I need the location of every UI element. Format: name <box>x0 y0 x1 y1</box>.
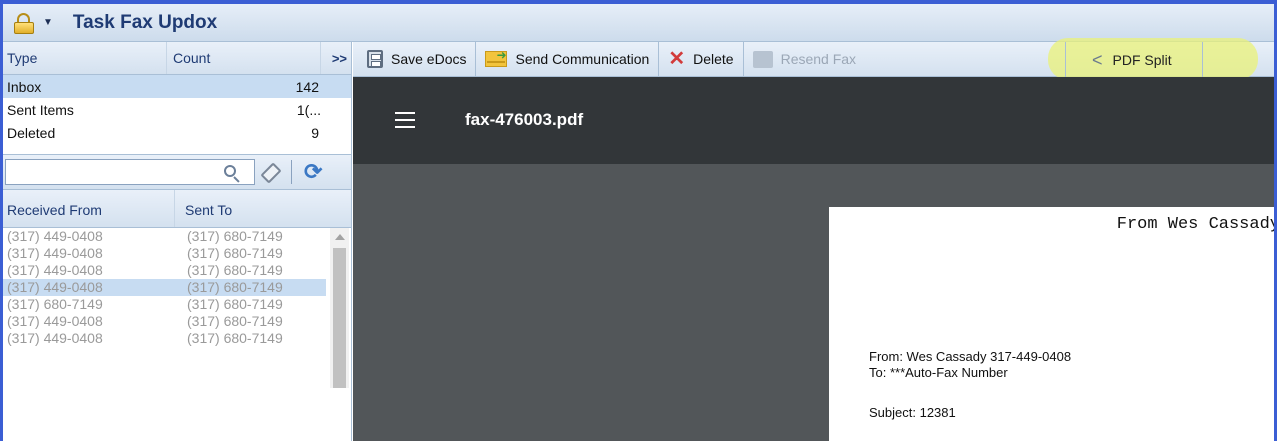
received-from-cell: (317) 449-0408 <box>7 228 103 244</box>
sent-to-cell: (317) 680-7149 <box>187 245 283 261</box>
pdf-to-line: To: ***Auto-Fax Number <box>869 365 1008 380</box>
toolbar: Save eDocs Send Communication ✕ Delete R… <box>353 38 1274 80</box>
list-item[interactable]: (317) 449-0408 (317) 680-7149 <box>3 245 351 262</box>
envelope-icon <box>485 48 508 67</box>
send-communication-button[interactable]: Send Communication <box>476 41 660 77</box>
type-column-header[interactable]: Type <box>7 50 37 66</box>
sent-to-cell: (317) 680-7149 <box>187 228 283 244</box>
list-item[interactable]: (317) 680-7149 (317) 680-7149 <box>3 296 351 313</box>
message-list: (317) 449-0408 (317) 680-7149 (317) 449-… <box>3 228 351 388</box>
received-from-cell: (317) 449-0408 <box>7 279 103 295</box>
folder-count: 142 <box>295 78 319 95</box>
search-row: ⟳ <box>3 155 351 190</box>
left-panel: Type Count >> Inbox 142 Sent Items 1(...… <box>3 42 352 441</box>
folder-item-sent-items[interactable]: Sent Items 1(... <box>3 98 351 121</box>
folder-count: 9 <box>311 124 319 141</box>
list-item[interactable]: (317) 449-0408 (317) 680-7149 <box>3 228 351 245</box>
pdf-filename: fax-476003.pdf <box>465 110 584 129</box>
list-item-selected[interactable]: (317) 449-0408 (317) 680-7149 <box>3 279 326 296</box>
scrollbar-thumb[interactable] <box>333 248 346 388</box>
pdf-page-header: From Wes Cassady <box>1116 215 1277 234</box>
received-from-cell: (317) 449-0408 <box>7 330 103 346</box>
received-from-cell: (317) 449-0408 <box>7 262 103 278</box>
viewer-pane: Save eDocs Send Communication ✕ Delete R… <box>353 38 1277 441</box>
received-from-column-header[interactable]: Received From <box>7 202 102 218</box>
received-from-cell: (317) 449-0408 <box>7 245 103 261</box>
scroll-up-icon[interactable] <box>335 234 345 240</box>
sent-to-cell: (317) 680-7149 <box>187 279 283 295</box>
caret-down-icon[interactable]: ▼ <box>43 17 53 28</box>
sent-to-cell: (317) 680-7149 <box>187 262 283 278</box>
search-input[interactable] <box>5 159 255 185</box>
eraser-icon[interactable] <box>260 161 283 184</box>
window-title: Task Fax Updox <box>72 11 218 33</box>
folder-list: Inbox 142 Sent Items 1(... Deleted 9 <box>3 75 351 155</box>
received-from-cell: (317) 449-0408 <box>7 313 103 329</box>
pdf-from-line: From: Wes Cassady 317-449-0408 <box>869 349 1072 364</box>
list-item[interactable]: (317) 449-0408 (317) 680-7149 <box>3 262 351 279</box>
sent-to-cell: (317) 680-7149 <box>187 330 283 346</box>
folder-name: Sent Items <box>7 101 74 118</box>
lock-icon[interactable] <box>13 12 35 34</box>
sent-to-column-header[interactable]: Sent To <box>185 202 232 218</box>
title-bar: ▼ Task Fax Updox <box>3 4 1274 42</box>
delete-label: Delete <box>693 51 734 67</box>
folder-column-header: Type Count >> <box>3 42 351 75</box>
pdf-page: From Wes Cassady From: Wes Cassady 317-4… <box>829 207 1277 441</box>
pdf-viewer-toolbar: fax-476003.pdf <box>353 77 1274 164</box>
folder-count: 1(... <box>296 101 321 118</box>
pdf-split-label: PDF Split <box>1112 51 1172 68</box>
list-item[interactable]: (317) 449-0408 (317) 680-7149 <box>3 313 351 330</box>
sent-to-cell: (317) 680-7149 <box>187 296 283 312</box>
save-edocs-button[interactable]: Save eDocs <box>353 41 477 77</box>
app-window: ▼ Task Fax Updox Type Count >> Inbox 142… <box>0 0 1277 441</box>
count-column-header[interactable]: Count <box>173 50 210 66</box>
delete-icon: ✕ <box>668 48 686 70</box>
message-list-header: Received From Sent To <box>3 190 351 228</box>
folder-item-inbox[interactable]: Inbox 142 <box>3 75 351 98</box>
save-icon <box>367 50 383 68</box>
collapse-panel-button[interactable]: >> <box>332 51 347 66</box>
folder-item-deleted[interactable]: Deleted 9 <box>3 121 351 144</box>
refresh-icon[interactable]: ⟳ <box>304 159 322 185</box>
fax-icon <box>752 50 773 68</box>
save-edocs-label: Save eDocs <box>391 51 467 67</box>
share-icon: < <box>1092 49 1103 70</box>
received-from-cell: (317) 680-7149 <box>7 296 103 312</box>
list-scrollbar[interactable] <box>330 228 349 388</box>
pdf-split-button[interactable]: < PDF Split <box>1065 42 1203 77</box>
resend-fax-button[interactable]: Resend Fax <box>744 42 865 77</box>
send-communication-label: Send Communication <box>515 51 650 67</box>
list-item[interactable]: (317) 449-0408 (317) 680-7149 <box>3 330 351 347</box>
search-icon[interactable] <box>224 165 240 183</box>
delete-button[interactable]: ✕ Delete <box>659 41 744 77</box>
menu-icon[interactable] <box>395 112 415 128</box>
pdf-subject-line: Subject: 12381 <box>869 405 956 420</box>
folder-name: Deleted <box>7 124 56 141</box>
resend-fax-label: Resend Fax <box>780 51 857 67</box>
sent-to-cell: (317) 680-7149 <box>187 313 283 329</box>
folder-name: Inbox <box>7 78 42 95</box>
